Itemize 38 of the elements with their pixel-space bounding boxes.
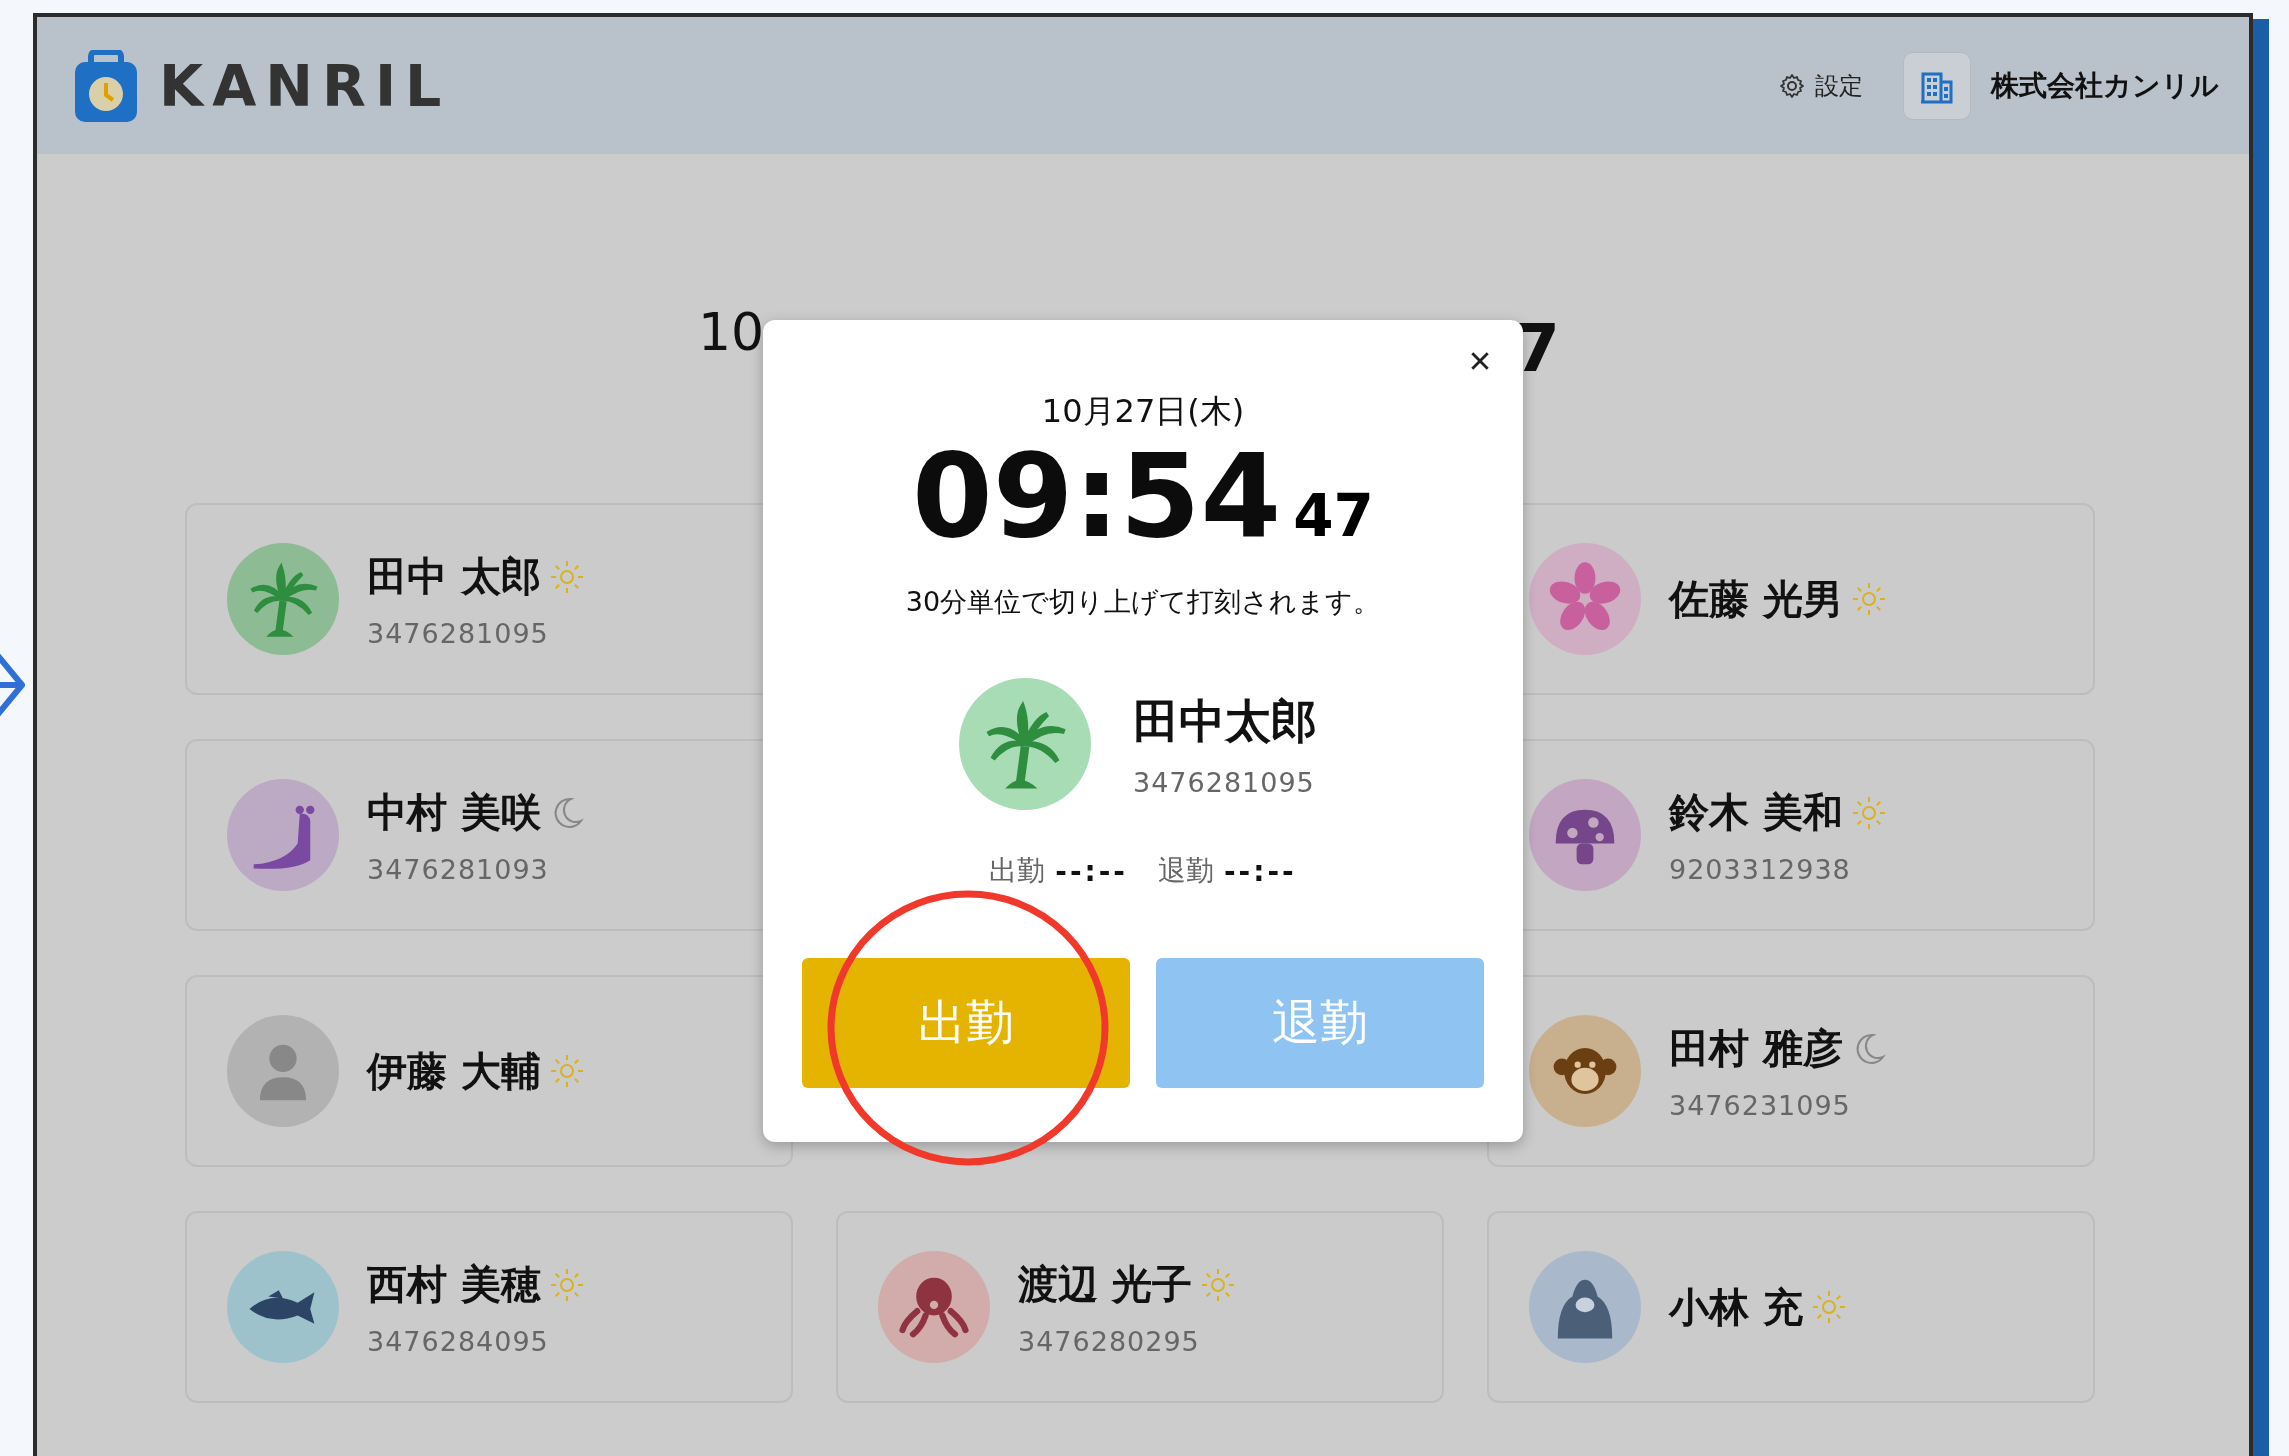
brand-name: KANRIL: [159, 52, 451, 119]
current-seconds: 7: [1514, 310, 1560, 387]
employee-id: 3476280295: [1018, 1326, 1201, 1357]
record-label: 退勤: [1158, 853, 1214, 889]
employee-id: 3476281095: [1133, 766, 1316, 798]
modal-time: 09:54: [912, 438, 1282, 554]
employee-id: 3476281093: [367, 854, 550, 885]
employee-name: 小林 充: [1669, 1282, 1803, 1332]
rounding-note: 30分単位で切り上げて打刻されます。: [905, 585, 1381, 619]
record-time: --:--: [1055, 854, 1128, 888]
employee-name: 田村 雅彦: [1669, 1024, 1843, 1073]
employee-id: 3476284095: [367, 1326, 550, 1357]
record-time: --:--: [1224, 854, 1297, 888]
close-button[interactable]: [1471, 352, 1489, 370]
modal-date: 10月27日(木): [1041, 391, 1245, 432]
employee-id: 9203312938: [1669, 854, 1852, 885]
employee-card[interactable]: 田村 雅彦 3476231095: [1487, 975, 2095, 1167]
employee-name: 田中 太郎: [367, 552, 541, 601]
employee-card[interactable]: 小林 充: [1487, 1211, 2095, 1403]
employee-name: 田中太郎: [1133, 692, 1317, 750]
current-date: 10: [698, 302, 765, 362]
employee-card[interactable]: 渡辺 光子 3476280295: [836, 1211, 1444, 1403]
modal-seconds: 47: [1293, 482, 1374, 550]
employee-id: 3476281095: [367, 618, 550, 649]
settings-icon[interactable]: [1779, 72, 1805, 99]
employee-name: 伊藤 大輔: [367, 1046, 541, 1096]
employee-name: 西村 美穂: [367, 1260, 541, 1309]
employee-card[interactable]: 伊藤 大輔: [185, 975, 793, 1167]
employee-card[interactable]: 西村 美穂 3476284095: [185, 1211, 793, 1403]
settings-link[interactable]: 設定: [1815, 69, 1863, 102]
employee-name: 中村 美咲: [367, 788, 541, 837]
employee-name: 渡辺 光子: [1018, 1260, 1192, 1309]
employee-name: 佐藤 光男: [1669, 574, 1843, 624]
employee-name: 鈴木 美和: [1669, 788, 1843, 837]
employee-id: 3476231095: [1669, 1090, 1852, 1121]
company-name: 株式会社カンリル: [1991, 67, 2219, 104]
record-label: 出勤: [989, 853, 1046, 889]
logo-icon: [75, 49, 137, 122]
